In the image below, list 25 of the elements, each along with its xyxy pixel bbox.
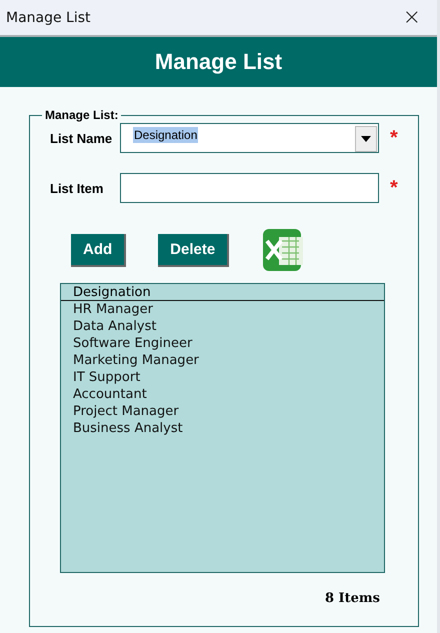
list-item[interactable]: Accountant [61,386,384,403]
add-button[interactable]: Add [71,234,126,266]
list-item-label: List Item [50,180,104,196]
close-button[interactable]: × [400,6,423,28]
list-item[interactable]: IT Support [61,369,384,386]
list-name-label: List Name [50,130,114,146]
required-mark: * [390,176,398,200]
caret-icon [361,136,371,142]
column-header: Designation [61,284,384,301]
header-banner: Manage List [0,37,437,87]
list-item[interactable]: Data Analyst [61,318,384,335]
window-title: Manage List [6,10,91,26]
item-count: 8 Items [324,591,380,606]
list-item[interactable]: Project Manager [61,403,384,420]
dropdown-button[interactable] [355,126,377,152]
list-item[interactable]: HR Manager [61,301,384,318]
list-item[interactable]: Marketing Manager [61,352,384,369]
delete-button[interactable]: Delete [158,234,230,266]
list-item[interactable]: Business Analyst [61,420,384,437]
list-box[interactable]: Designation HR Manager Data Analyst Software Engineer Marketing Manager IT Support Accountant Project Manager Business Analyst [60,283,385,573]
group-legend: Manage List: [42,109,122,121]
list-name-dropdown[interactable]: Designation [120,123,379,153]
list-item-field[interactable] [120,173,379,203]
required-mark: * [390,126,398,150]
list-item[interactable]: Software Engineer [61,335,384,352]
